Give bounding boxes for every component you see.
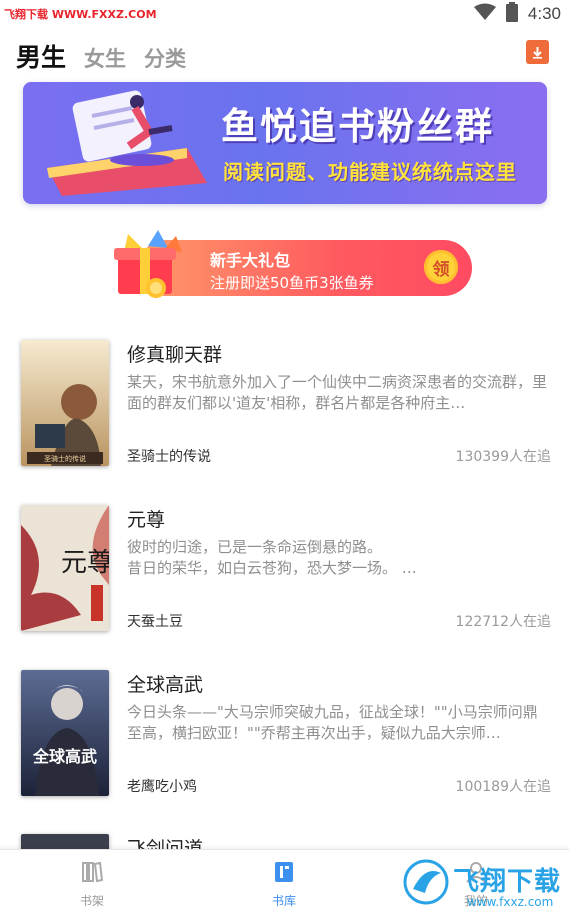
book-author: 天蚕土豆 — [127, 614, 183, 630]
nav-bookshelf[interactable]: 书架 — [52, 860, 132, 909]
tab-category[interactable]: 分类 — [144, 43, 186, 73]
watermark-text: 飞翔下载 — [453, 867, 562, 897]
book-description: 某天，宋书航意外加入了一个仙侠中二病资深患者的交流群，里面的群友们都以'道友'相… — [127, 373, 548, 412]
status-icons: 4:30 — [473, 2, 561, 26]
cover-label: 元尊 — [61, 548, 109, 578]
newbie-gift-promo[interactable]: 新手大礼包 注册即送50鱼币3张鱼券 领 — [98, 226, 478, 304]
promo-subtitle: 注册即送50鱼币3张鱼券 — [210, 274, 374, 292]
book-readers: 122712人在追 — [455, 614, 551, 630]
library-icon — [272, 862, 296, 888]
bookshelf-icon — [80, 861, 104, 888]
gift-box-icon — [98, 226, 208, 308]
book-item[interactable]: 元尊 元尊 彼时的归途，已是一条命运倒悬的路。 昔日的荣华，如白云苍狗，恐大梦一… — [21, 505, 553, 631]
wifi-icon — [473, 3, 496, 25]
book-title: 元尊 — [127, 509, 166, 531]
watermark-logo-icon — [403, 859, 449, 909]
claim-button[interactable]: 领 — [424, 250, 458, 284]
tab-female[interactable]: 女生 — [84, 43, 126, 73]
book-title: 全球高武 — [127, 674, 204, 696]
book-cover: 元尊 — [21, 505, 109, 631]
battery-icon — [505, 2, 518, 26]
book-cover: 圣骑士的传说 — [21, 340, 109, 466]
status-time: 4:30 — [527, 4, 561, 23]
tab-male[interactable]: 男生 — [16, 38, 66, 74]
promo-title: 新手大礼包 — [210, 251, 291, 270]
cover-label: 圣骑士的传说 — [44, 454, 86, 463]
book-cover: 全球高武 — [21, 670, 109, 796]
book-readers: 100189人在追 — [455, 779, 551, 795]
book-item[interactable]: 圣骑士的传说 修真聊天群 某天，宋书航意外加入了一个仙侠中二病资深患者的交流群，… — [21, 340, 553, 466]
book-item[interactable]: 全球高武 全球高武 今日头条——"大马宗师突破九品，征战全球！""小马宗师问鼎至… — [21, 670, 553, 796]
book-author: 圣骑士的传说 — [127, 449, 211, 465]
checkin-gift-icon[interactable] — [526, 40, 549, 64]
nav-library[interactable]: 书库 — [244, 860, 324, 909]
banner-subtitle: 阅读问题、功能建议统统点这里 — [223, 160, 517, 184]
status-bar: 飞翔下载 WWW.FXXZ.COM 4:30 — [0, 0, 569, 28]
book-description: 今日头条——"大马宗师突破九品，征战全球！""小马宗师问鼎至高，横扫欧亚！""乔… — [127, 703, 538, 742]
nav-label: 书库 — [271, 894, 296, 908]
category-tabs: 男生 女生 分类 — [16, 38, 186, 74]
cover-label: 全球高武 — [32, 747, 97, 766]
watermark-bottom: 飞翔下载 www.fxxz.com — [401, 857, 569, 913]
watermark-top: 飞翔下载 WWW.FXXZ.COM — [4, 8, 157, 21]
watermark-url: www.fxxz.com — [467, 895, 554, 909]
book-description: 彼时的归途，已是一条命运倒悬的路。 昔日的荣华，如白云苍狗，恐大梦一场。 … — [127, 538, 417, 577]
book-author: 老鹰吃小鸡 — [127, 779, 197, 795]
nav-label: 书架 — [79, 894, 104, 908]
banner-title: 鱼悦追书粉丝群 — [221, 105, 494, 148]
book-title: 修真聊天群 — [127, 344, 223, 366]
skateboarder-illustration — [37, 88, 217, 202]
book-readers: 130399人在追 — [455, 449, 551, 465]
fan-group-banner[interactable]: 鱼悦追书粉丝群 阅读问题、功能建议统统点这里 — [23, 82, 547, 204]
